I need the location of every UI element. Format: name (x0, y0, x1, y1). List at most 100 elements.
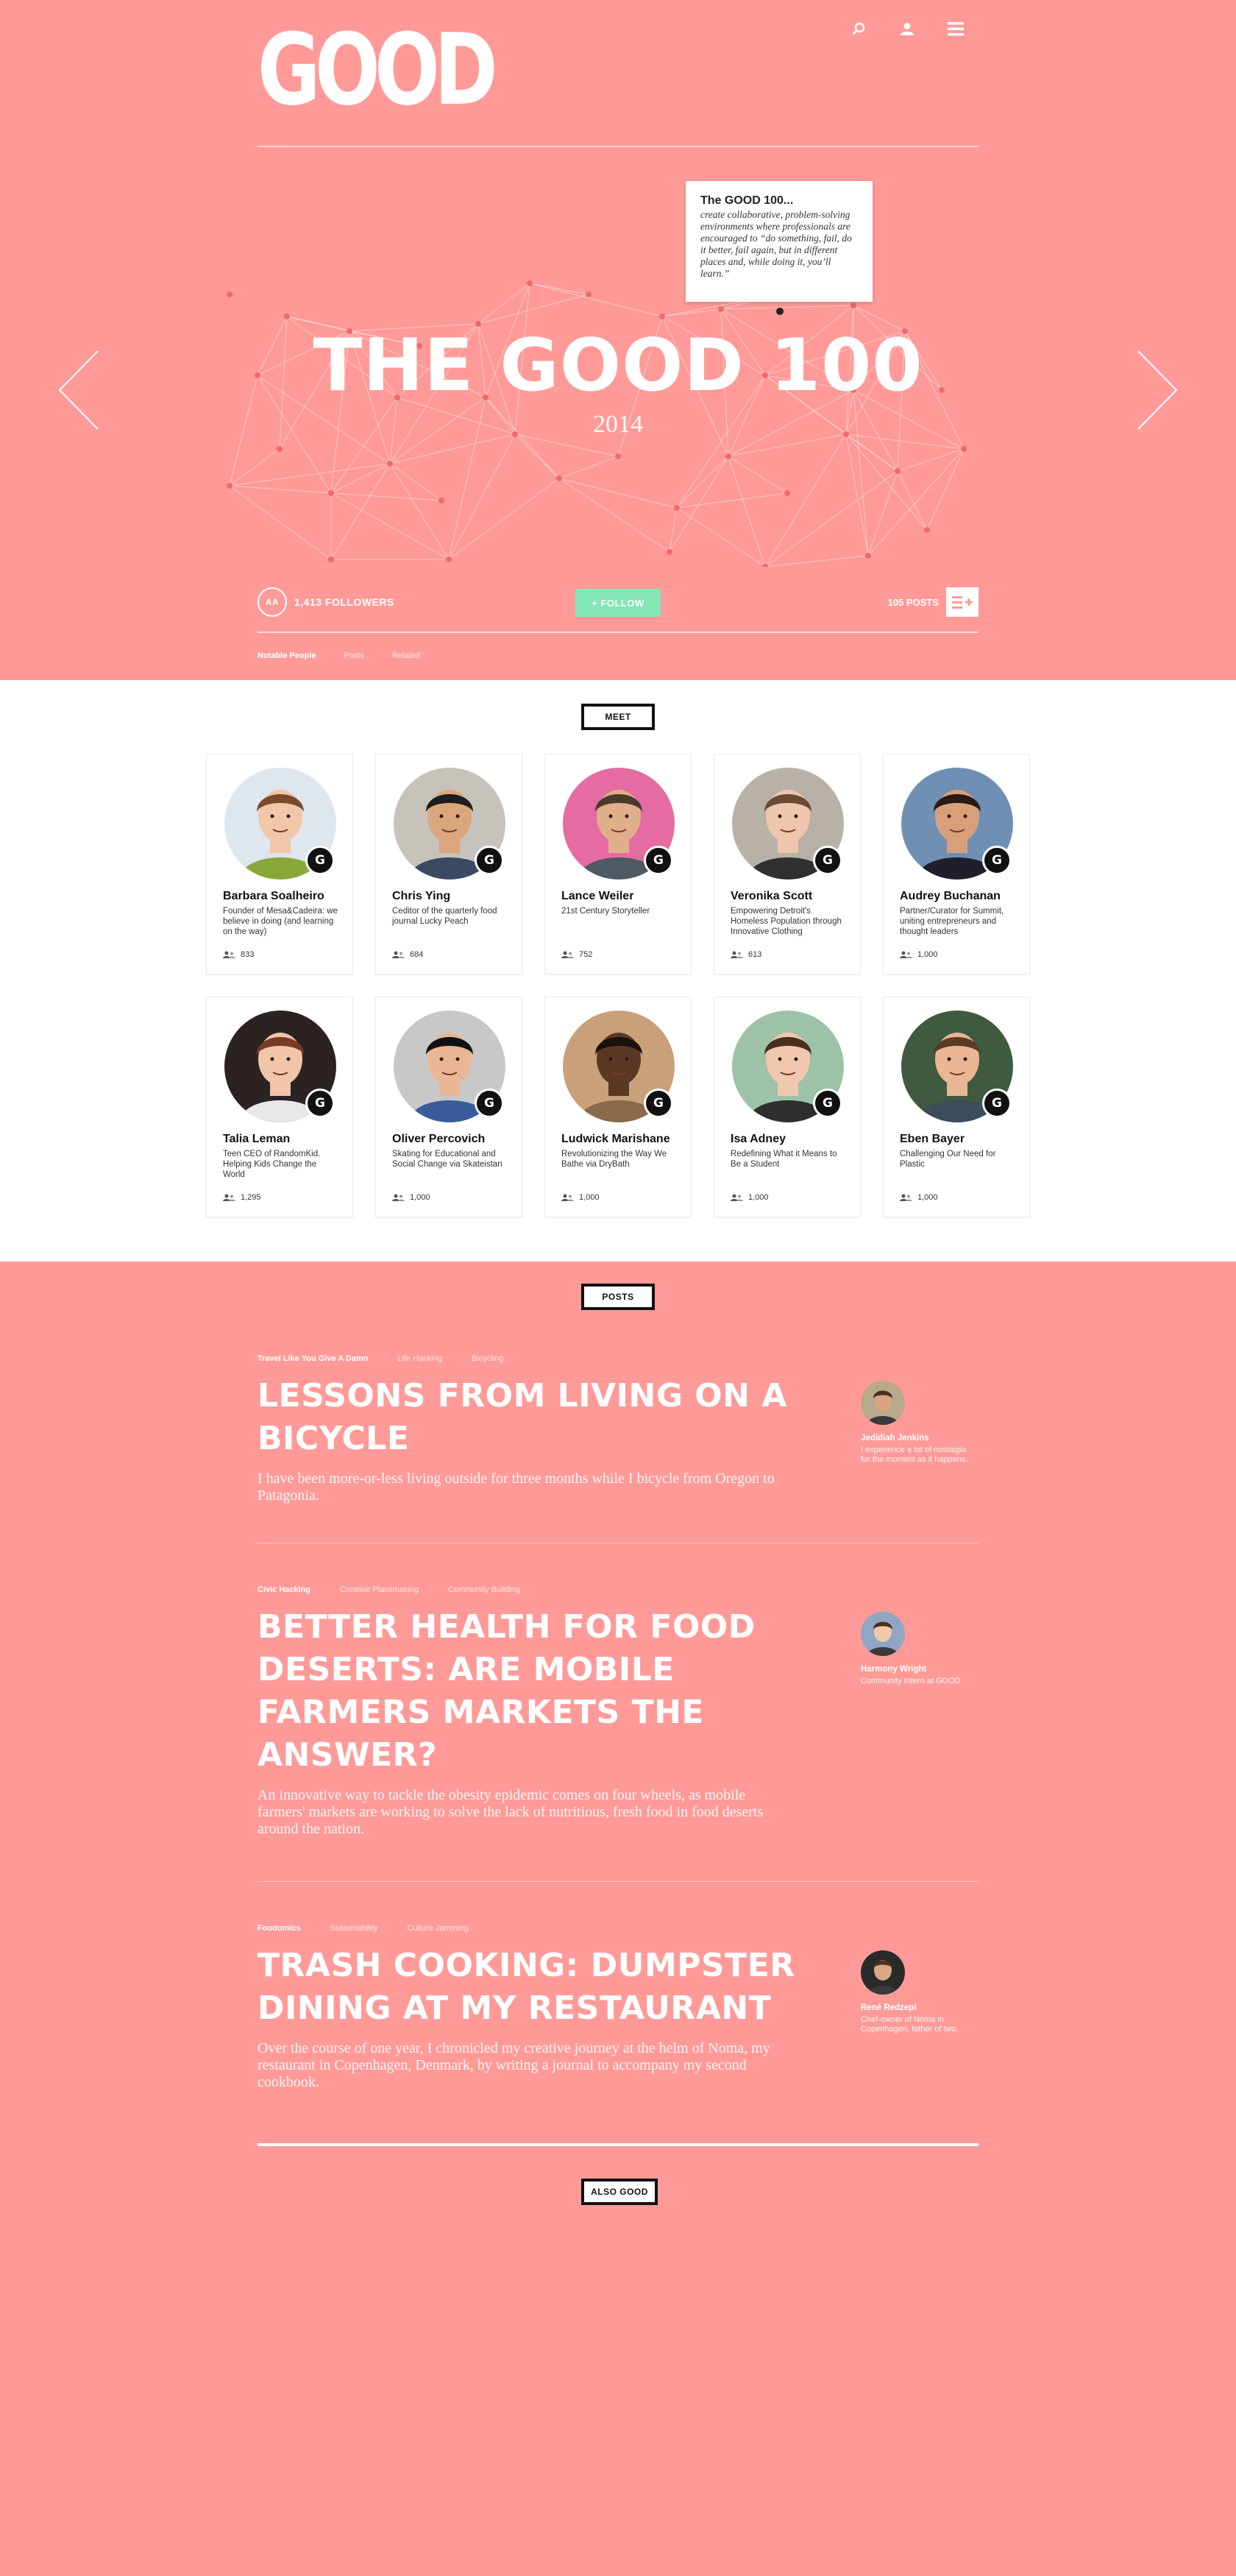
post-description: Over the course of one year, I chronicle… (258, 2040, 770, 2090)
network-edge (529, 283, 663, 317)
network-node (227, 483, 232, 489)
meet-label: MEET (581, 704, 655, 730)
person-name[interactable]: Barbara Soalheiro (223, 890, 324, 903)
person-card[interactable]: G Talia Leman Teen CEO of RandomKid. Hel… (206, 997, 353, 1217)
person-follower-count-value: 752 (579, 950, 593, 959)
person-name[interactable]: Veronika Scott (731, 890, 812, 903)
post-tag[interactable]: Civic Hacking (258, 1585, 310, 1594)
posts-label: POSTS (581, 1284, 655, 1310)
network-edge (764, 470, 898, 567)
author-avatar[interactable] (861, 1381, 905, 1425)
hero-tabs: Notable People Posts Related (258, 651, 420, 660)
followers-icon (900, 1194, 912, 1201)
person-card[interactable]: G Eben Bayer Challenging Our Need for Pl… (883, 997, 1030, 1217)
post-tag[interactable]: Travel Like You Give A Damn (258, 1354, 368, 1363)
person-card[interactable]: G Oliver Percovich Skating for Education… (375, 997, 522, 1217)
person-name[interactable]: Chris Ying (392, 890, 450, 903)
person-follower-count: 833 (223, 950, 254, 959)
tooltip-title: The GOOD 100... (700, 194, 794, 207)
person-name[interactable]: Talia Leman (223, 1133, 290, 1146)
person-card[interactable]: G Isa Adney Redefining What it Means to … (714, 997, 861, 1217)
author-avatar[interactable] (861, 1612, 905, 1656)
followers-icon: AA (258, 587, 287, 617)
person-name[interactable]: Oliver Percovich (392, 1133, 485, 1146)
logo[interactable]: GOOD (258, 21, 498, 119)
person-card[interactable]: G Ludwick Marishane Revolutionizing the … (544, 997, 692, 1217)
post-tag[interactable]: Culture Jamming (408, 1924, 469, 1933)
person-follower-count-value: 1,000 (917, 950, 938, 959)
followers-icon (223, 1194, 235, 1201)
search-icon[interactable] (849, 19, 868, 38)
author-name[interactable]: Harmony Wright (861, 1665, 971, 1674)
network-edge (229, 485, 332, 494)
network-edge (389, 463, 442, 501)
followers-icon (392, 1194, 405, 1201)
post-tag[interactable]: Creative Placemaking (340, 1585, 419, 1594)
add-post-icon[interactable] (946, 587, 979, 617)
network-edge (477, 294, 589, 325)
author-avatar[interactable] (861, 1950, 905, 1995)
followers-icon (561, 1194, 574, 1201)
post-tag[interactable]: Sustainability (330, 1924, 378, 1933)
post-tag[interactable]: Community Building (448, 1585, 520, 1594)
top-icons (849, 19, 965, 38)
network-node (895, 468, 901, 474)
tooltip-card: The GOOD 100... create collaborative, pr… (686, 181, 873, 302)
network-node (667, 549, 672, 555)
person-follower-count: 684 (392, 950, 423, 959)
author-name[interactable]: Jedidiah Jenkins (861, 1434, 971, 1443)
good-badge-icon: G (982, 846, 1012, 875)
network-edge (229, 463, 391, 486)
person-name[interactable]: Ludwick Marishane (561, 1133, 670, 1146)
user-icon[interactable] (898, 19, 917, 38)
tab-posts[interactable]: Posts (344, 651, 364, 660)
network-node (615, 453, 621, 459)
also-good-label: ALSO GOOD (581, 2179, 658, 2205)
person-description: Partner/Curator for Summit, uniting entr… (900, 907, 1004, 936)
network-node (328, 490, 334, 496)
good-badge-icon: G (475, 846, 504, 875)
network-edge (389, 434, 516, 464)
post-author: Jedidiah Jenkins I experience a lot of n… (861, 1381, 971, 1465)
person-follower-count: 1,295 (223, 1193, 261, 1202)
network-node (328, 556, 334, 562)
followers-icon (561, 951, 574, 958)
person-card[interactable]: G Audrey Buchanan Partner/Curator for Su… (883, 754, 1030, 974)
tooltip-anchor-dot[interactable] (776, 308, 784, 315)
person-description: Redefining What it Means to Be a Student (731, 1150, 837, 1169)
tooltip-text: create collaborative, problem-solving en… (700, 209, 852, 279)
person-follower-count: 1,000 (731, 1193, 769, 1202)
network-edge (448, 434, 516, 560)
post-tag[interactable]: Life Hacking (397, 1354, 442, 1363)
network-edge (926, 448, 965, 531)
network-edge (676, 507, 766, 567)
network-edge (389, 463, 450, 560)
person-card[interactable]: G Barbara Soalheiro Founder of Mesa&Cade… (206, 754, 353, 974)
good-badge-icon: G (644, 846, 673, 875)
person-name[interactable]: Audrey Buchanan (900, 890, 1001, 903)
network-node (674, 505, 680, 511)
post-title[interactable]: TRASH COOKING: DUMPSTER DINING AT MY RES… (258, 1945, 802, 2030)
person-card[interactable]: G Veronika Scott Empowering Detroit's Ho… (714, 754, 861, 974)
person-follower-count-value: 1,000 (410, 1193, 430, 1202)
menu-icon[interactable] (946, 19, 965, 38)
tab-notable-people[interactable]: Notable People (258, 651, 316, 660)
posts-count-label: 105 POSTS (887, 596, 939, 608)
post-title[interactable]: LESSONS FROM LIVING ON A BICYCLE (258, 1375, 802, 1460)
person-card[interactable]: G Chris Ying Ceditor of the quarterly fo… (375, 754, 522, 974)
post-tag[interactable]: Bicycling (472, 1354, 503, 1363)
good-badge-icon: G (813, 1089, 842, 1118)
person-name[interactable]: Isa Adney (731, 1133, 786, 1146)
network-node (924, 527, 930, 533)
person-card[interactable]: G Lance Weiler 21st Century Storyteller … (544, 754, 692, 974)
person-name[interactable]: Eben Bayer (900, 1133, 965, 1146)
person-name[interactable]: Lance Weiler (561, 890, 633, 903)
post-tag[interactable]: Foodomics (258, 1924, 301, 1933)
tab-related[interactable]: Related (392, 651, 420, 660)
person-description: Challenging Our Need for Plastic (900, 1150, 996, 1169)
post-title[interactable]: BETTER HEALTH FOR FOOD DESERTS: ARE MOBI… (258, 1606, 802, 1777)
author-name[interactable]: René Redzepi (861, 2003, 971, 2012)
good-badge-icon: G (813, 846, 842, 875)
follow-button[interactable]: + FOLLOW (575, 589, 661, 617)
network-node (784, 490, 790, 496)
